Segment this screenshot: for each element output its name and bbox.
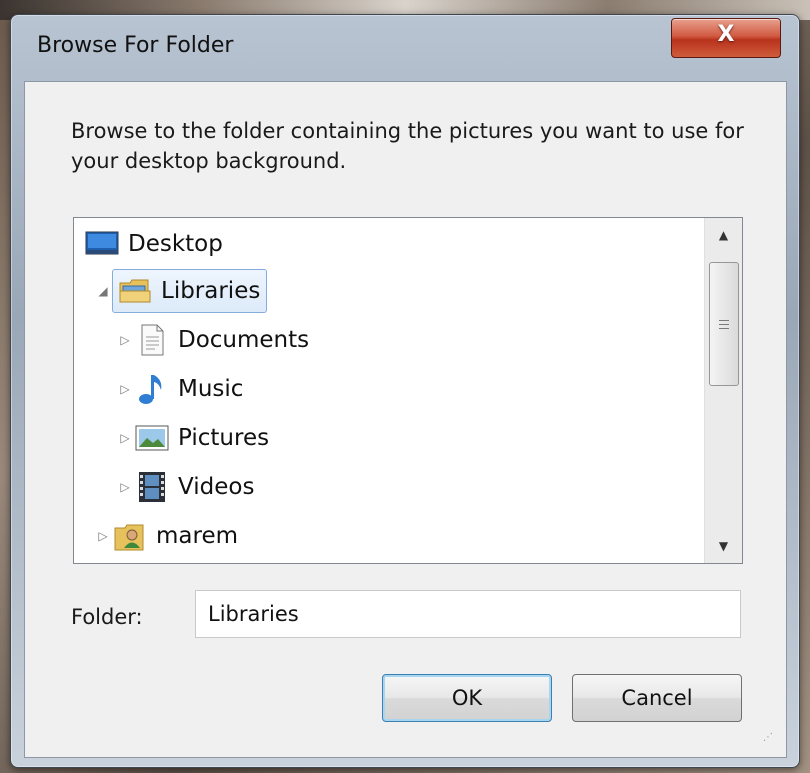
browse-for-folder-dialog: Browse For Folder X Browse to the folder… bbox=[10, 14, 800, 768]
scroll-down-arrow-icon[interactable]: ▼ bbox=[705, 529, 742, 563]
folder-tree-viewport: Desktop ◢ Libraries ▷ Documents ▷ Music … bbox=[74, 218, 704, 563]
tree-item-videos[interactable]: ▷ Videos bbox=[116, 467, 254, 507]
title-bar[interactable]: Browse For Folder X bbox=[11, 15, 799, 79]
document-icon bbox=[134, 324, 170, 356]
tree-item-label: Libraries bbox=[161, 278, 261, 304]
tree-item-marem[interactable]: ▷ marem bbox=[94, 516, 238, 556]
film-icon bbox=[134, 471, 170, 503]
desktop-icon bbox=[84, 228, 120, 260]
cancel-button[interactable]: Cancel bbox=[572, 674, 742, 722]
expand-arrow-icon[interactable]: ▷ bbox=[116, 431, 134, 445]
user-folder-icon bbox=[112, 520, 148, 552]
tree-item-desktop[interactable]: Desktop bbox=[84, 224, 223, 264]
expand-arrow-icon[interactable]: ▷ bbox=[94, 529, 112, 543]
tree-item-label: Documents bbox=[178, 327, 310, 353]
folder-tree[interactable]: Desktop ◢ Libraries ▷ Documents ▷ Music … bbox=[73, 217, 743, 564]
tree-item-label: Desktop bbox=[128, 231, 223, 257]
folder-label: Folder: bbox=[71, 605, 143, 629]
resize-grip-icon[interactable]: ⋰ bbox=[763, 732, 783, 752]
tree-item-label: Videos bbox=[178, 474, 255, 500]
expand-arrow-icon[interactable]: ▷ bbox=[116, 382, 134, 396]
dialog-content: Browse to the folder containing the pict… bbox=[24, 81, 787, 758]
music-note-icon bbox=[134, 373, 170, 405]
instruction-text: Browse to the folder containing the pict… bbox=[71, 119, 744, 173]
grip-icon bbox=[719, 317, 729, 332]
tree-item-label: Music bbox=[178, 376, 244, 402]
libraries-folder-icon bbox=[117, 275, 153, 307]
tree-item-pictures[interactable]: ▷ Pictures bbox=[116, 418, 269, 458]
tree-item-documents[interactable]: ▷ Documents bbox=[116, 320, 309, 360]
close-icon: X bbox=[717, 22, 735, 47]
ok-button[interactable]: OK bbox=[382, 674, 552, 722]
tree-item-libraries[interactable]: ◢ Libraries bbox=[94, 269, 268, 313]
vertical-scrollbar[interactable]: ▲ ▼ bbox=[704, 218, 742, 563]
expand-arrow-icon[interactable]: ▷ bbox=[116, 480, 134, 494]
window-title: Browse For Folder bbox=[37, 33, 234, 58]
tree-item-music[interactable]: ▷ Music bbox=[116, 369, 243, 409]
scroll-up-arrow-icon[interactable]: ▲ bbox=[705, 218, 742, 252]
picture-icon bbox=[134, 422, 170, 454]
folder-input[interactable] bbox=[195, 590, 741, 638]
tree-item-label: Pictures bbox=[178, 425, 270, 451]
collapse-arrow-icon[interactable]: ◢ bbox=[94, 284, 112, 298]
scrollbar-thumb[interactable] bbox=[709, 262, 739, 386]
selection-highlight: Libraries bbox=[112, 269, 268, 313]
close-button[interactable]: X bbox=[671, 18, 781, 58]
tree-item-label: marem bbox=[156, 523, 239, 549]
expand-arrow-icon[interactable]: ▷ bbox=[116, 333, 134, 347]
